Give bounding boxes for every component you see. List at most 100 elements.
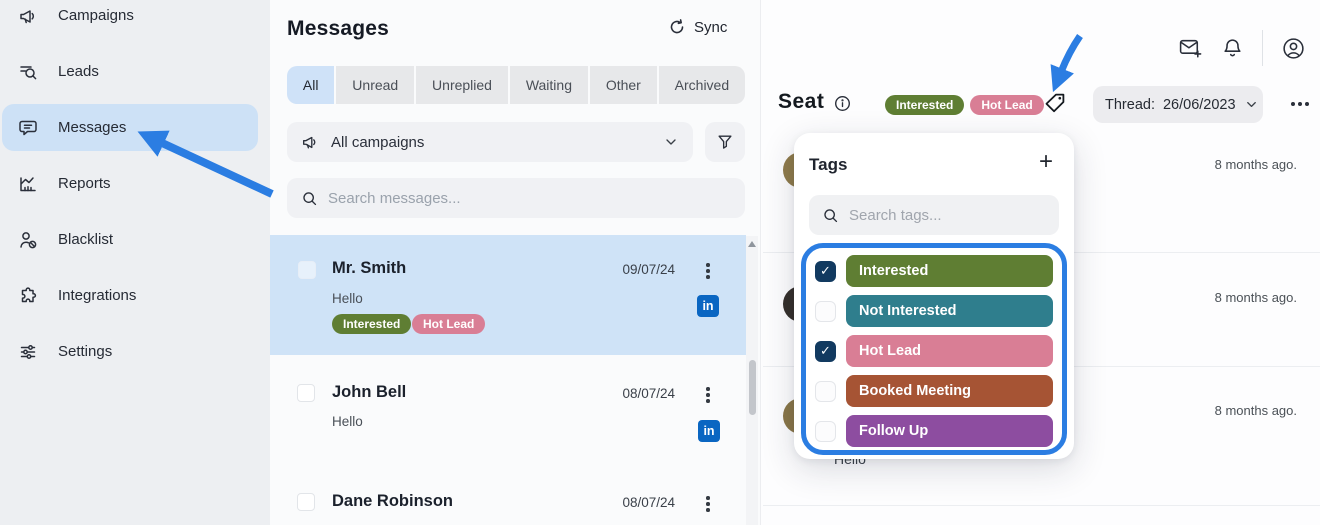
contact-tag-badges: Interested Hot Lead bbox=[885, 95, 1044, 115]
message-timestamp: 8 months ago. bbox=[1215, 157, 1297, 172]
message-kebab-menu[interactable] bbox=[698, 494, 718, 514]
campaign-select-value: All campaigns bbox=[331, 134, 651, 151]
sidebar-item-leads[interactable]: Leads bbox=[2, 48, 258, 95]
thread-date-select[interactable]: Thread: 26/06/2023 bbox=[1093, 86, 1263, 123]
search-messages bbox=[287, 178, 745, 218]
sidebar-item-label: Leads bbox=[58, 63, 99, 80]
tags-popup: Tags + ✓ Interested ✓ Not Interested ✓ bbox=[794, 133, 1074, 459]
tag-option[interactable]: Hot Lead bbox=[846, 335, 1053, 367]
tag-option[interactable]: Interested bbox=[846, 255, 1053, 287]
sidebar-item-reports[interactable]: Reports bbox=[2, 160, 258, 207]
chevron-down-icon bbox=[1244, 97, 1259, 112]
tags-popup-title: Tags bbox=[809, 155, 847, 175]
thread-date-value: 26/06/2023 bbox=[1163, 97, 1236, 113]
linkedin-icon: in bbox=[697, 295, 719, 317]
contact-name: Seat bbox=[778, 90, 824, 114]
sync-label: Sync bbox=[694, 19, 727, 36]
sync-button[interactable]: Sync bbox=[668, 18, 727, 36]
sidebar-item-label: Messages bbox=[58, 119, 126, 136]
account-button[interactable] bbox=[1281, 36, 1306, 61]
sidebar-item-label: Blacklist bbox=[58, 231, 113, 248]
notifications-button[interactable] bbox=[1221, 37, 1244, 60]
message-preview: Hello bbox=[332, 291, 363, 306]
chart-icon bbox=[18, 174, 38, 194]
tag-row-follow-up: ✓ Follow Up bbox=[815, 415, 1053, 447]
message-sender: Mr. Smith bbox=[332, 259, 406, 278]
search-messages-input[interactable] bbox=[328, 190, 731, 207]
sidebar-item-blacklist[interactable]: Blacklist bbox=[2, 216, 258, 263]
topbar-divider bbox=[1262, 30, 1263, 66]
compose-mail-button[interactable] bbox=[1178, 36, 1203, 61]
ellipsis-icon bbox=[1298, 102, 1302, 106]
contact-info-button[interactable] bbox=[834, 95, 851, 112]
campaign-select[interactable]: All campaigns bbox=[287, 122, 693, 162]
chat-bubble-icon bbox=[18, 118, 38, 138]
message-kebab-menu[interactable] bbox=[698, 385, 718, 405]
message-sender: John Bell bbox=[332, 383, 406, 402]
scrollbar-thumb[interactable] bbox=[749, 360, 756, 415]
message-date: 08/07/24 bbox=[619, 386, 675, 401]
kebab-icon bbox=[706, 502, 710, 506]
message-row-john-bell[interactable]: John Bell 08/07/24 Hello in bbox=[270, 370, 746, 482]
info-icon bbox=[834, 95, 851, 112]
tag-checkbox[interactable]: ✓ bbox=[815, 381, 836, 402]
user-block-icon bbox=[18, 230, 38, 250]
message-checkbox[interactable] bbox=[298, 261, 316, 279]
tag-checkbox[interactable]: ✓ bbox=[815, 301, 836, 322]
sync-icon bbox=[668, 18, 686, 36]
tag-row-interested: ✓ Interested bbox=[815, 255, 1053, 287]
tag-row-booked-meeting: ✓ Booked Meeting bbox=[815, 375, 1053, 407]
message-tag-hot-lead: Hot Lead bbox=[412, 314, 485, 334]
mail-plus-icon bbox=[1178, 36, 1203, 61]
tab-all[interactable]: All bbox=[287, 66, 334, 104]
tag-icon bbox=[1043, 91, 1067, 115]
manage-tags-button[interactable] bbox=[1043, 91, 1067, 115]
chevron-down-icon bbox=[663, 134, 679, 150]
tab-archived[interactable]: Archived bbox=[659, 66, 745, 104]
kebab-icon bbox=[706, 393, 710, 397]
sidebar-item-label: Campaigns bbox=[58, 7, 134, 24]
message-checkbox[interactable] bbox=[297, 493, 315, 511]
message-list-panel: Messages Sync All Unread Unreplied Waiti… bbox=[270, 0, 760, 525]
funnel-icon bbox=[716, 133, 734, 151]
tab-unread[interactable]: Unread bbox=[336, 66, 414, 104]
filter-button[interactable] bbox=[705, 122, 745, 162]
topbar-actions bbox=[1178, 30, 1306, 66]
megaphone-icon bbox=[301, 133, 319, 151]
tag-checkbox[interactable]: ✓ bbox=[815, 421, 836, 442]
message-timestamp: 8 months ago. bbox=[1215, 290, 1297, 305]
sidebar-item-settings[interactable]: Settings bbox=[2, 328, 258, 375]
add-tag-button[interactable]: + bbox=[1032, 148, 1060, 176]
puzzle-icon bbox=[18, 286, 38, 306]
message-preview: Hello bbox=[332, 414, 363, 429]
tag-checkbox[interactable]: ✓ bbox=[815, 341, 836, 362]
list-scrollbar[interactable] bbox=[746, 236, 758, 525]
tag-row-not-interested: ✓ Not Interested bbox=[815, 295, 1053, 327]
thread-divider bbox=[763, 505, 1320, 506]
tag-option[interactable]: Follow Up bbox=[846, 415, 1053, 447]
sidebar-item-integrations[interactable]: Integrations bbox=[2, 272, 258, 319]
badge-interested: Interested bbox=[885, 95, 964, 115]
search-tags-input[interactable] bbox=[849, 207, 1046, 224]
message-date: 09/07/24 bbox=[619, 262, 675, 277]
tag-checkbox[interactable]: ✓ bbox=[815, 261, 836, 282]
search-tags bbox=[809, 195, 1059, 235]
megaphone-icon bbox=[18, 6, 38, 26]
tab-waiting[interactable]: Waiting bbox=[510, 66, 588, 104]
message-sender: Dane Robinson bbox=[332, 492, 453, 511]
message-kebab-menu[interactable] bbox=[698, 261, 718, 281]
badge-hot-lead: Hot Lead bbox=[970, 95, 1043, 115]
scroll-up-arrow[interactable] bbox=[748, 241, 756, 247]
more-options-button[interactable] bbox=[1289, 95, 1311, 113]
message-row-dane-robinson[interactable]: Dane Robinson 08/07/24 bbox=[270, 483, 746, 525]
tab-other[interactable]: Other bbox=[590, 66, 657, 104]
sidebar-item-messages[interactable]: Messages bbox=[2, 104, 258, 151]
tag-option[interactable]: Booked Meeting bbox=[846, 375, 1053, 407]
message-row-mr-smith[interactable]: Mr. Smith 09/07/24 Hello Interested Hot … bbox=[270, 235, 746, 355]
sidebar-item-campaigns[interactable]: Campaigns bbox=[2, 0, 258, 39]
tag-option[interactable]: Not Interested bbox=[846, 295, 1053, 327]
tab-unreplied[interactable]: Unreplied bbox=[416, 66, 508, 104]
sliders-icon bbox=[18, 342, 38, 362]
message-checkbox[interactable] bbox=[297, 384, 315, 402]
tag-row-hot-lead: ✓ Hot Lead bbox=[815, 335, 1053, 367]
